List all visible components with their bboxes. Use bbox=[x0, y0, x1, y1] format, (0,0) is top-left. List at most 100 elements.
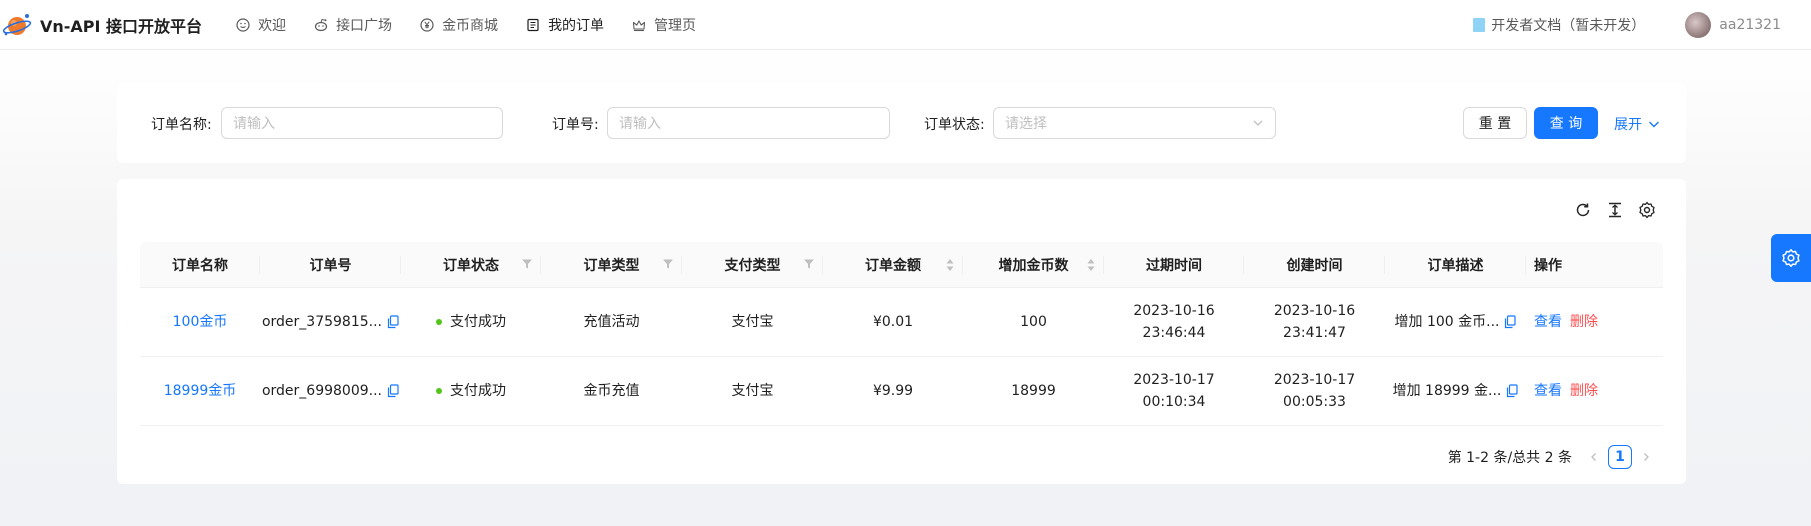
delete-link[interactable]: 删除 bbox=[1570, 311, 1598, 333]
expire-date: 2023-10-16 bbox=[1133, 303, 1215, 319]
query-button[interactable]: 查 询 bbox=[1534, 107, 1598, 139]
order-desc-text: 增加 100 金币... bbox=[1394, 314, 1500, 330]
nav-item-welcome[interactable]: 欢迎 bbox=[222, 0, 300, 50]
expire-date: 2023-10-17 bbox=[1133, 372, 1215, 388]
nav-label-admin: 管理页 bbox=[654, 17, 697, 34]
order-no-input[interactable]: 请输入 bbox=[607, 107, 890, 139]
expand-label: 展开 bbox=[1614, 117, 1642, 133]
order-no-placeholder: 请输入 bbox=[619, 116, 661, 132]
user-menu[interactable]: aa21321 bbox=[1685, 12, 1781, 38]
order-desc-text: 增加 18999 金... bbox=[1392, 383, 1502, 399]
order-name-link[interactable]: 18999金币 bbox=[164, 380, 237, 402]
cell-order-desc: 增加 100 金币... bbox=[1385, 288, 1526, 356]
brand[interactable]: Vn-API 接口开放平台 bbox=[2, 10, 202, 40]
table-row: 100金币 order_3759815... 支付成功 充值活动 支付宝 ¥0.… bbox=[140, 288, 1663, 357]
col-actions: 操作 bbox=[1534, 257, 1562, 274]
col-order-status: 订单状态 bbox=[401, 242, 541, 287]
copy-icon[interactable] bbox=[1504, 315, 1517, 329]
status-success-dot bbox=[436, 388, 442, 394]
order-table-card: 订单名称 订单号 订单状态 订单类型 支付类型 订单金额 增加金币数 过期时间 … bbox=[117, 179, 1686, 484]
order-status-placeholder: 请选择 bbox=[1005, 116, 1047, 132]
avatar bbox=[1685, 12, 1712, 38]
username: aa21321 bbox=[1719, 17, 1781, 33]
main-nav: 欢迎 接口广场 金币商城 我的订单 管理页 bbox=[222, 0, 710, 50]
reload-icon[interactable] bbox=[1574, 201, 1592, 219]
page-item-current[interactable]: 1 bbox=[1608, 445, 1632, 469]
setting-icon[interactable] bbox=[1638, 201, 1656, 219]
search-form-card: 订单名称: 请输入 订单号: 请输入 订单状态: 请选择 重 置 查 询 展开 bbox=[117, 83, 1686, 163]
cell-expire-time: 2023-10-16 23:46:44 bbox=[1104, 288, 1244, 356]
cell-pay-type: 支付宝 bbox=[731, 314, 774, 330]
reset-button[interactable]: 重 置 bbox=[1463, 107, 1527, 139]
yuan-circle-icon bbox=[420, 17, 434, 32]
smile-icon bbox=[236, 17, 250, 32]
cell-order-no: order_6998009... bbox=[260, 357, 401, 425]
expand-toggle[interactable]: 展开 bbox=[1614, 114, 1660, 134]
order-name-input[interactable]: 请输入 bbox=[221, 107, 503, 139]
filter-icon[interactable] bbox=[803, 258, 815, 270]
cell-create-time: 2023-10-17 00:05:33 bbox=[1244, 357, 1385, 425]
nav-label-welcome: 欢迎 bbox=[258, 17, 287, 34]
column-height-icon[interactable] bbox=[1606, 201, 1624, 219]
top-navbar: Vn-API 接口开放平台 欢迎 接口广场 金币商城 我的订单 管理页 开发者文… bbox=[0, 0, 1811, 50]
cell-added-coins: 18999 bbox=[1011, 383, 1056, 399]
order-no-text: order_3759815... bbox=[261, 314, 383, 330]
app-title: Vn-API 接口开放平台 bbox=[40, 16, 203, 36]
order-name-placeholder: 请输入 bbox=[233, 116, 275, 132]
col-create-time: 创建时间 bbox=[1244, 242, 1385, 287]
developer-docs-label: 开发者文档（暂未开发） bbox=[1491, 18, 1646, 34]
chevron-down-icon bbox=[1253, 120, 1263, 126]
header-right: 开发者文档（暂未开发） aa21321 bbox=[1473, 0, 1811, 50]
copy-icon[interactable] bbox=[1506, 384, 1518, 398]
expire-clock: 23:46:44 bbox=[1142, 325, 1206, 341]
nav-item-api-square[interactable]: 接口广场 bbox=[300, 0, 406, 50]
setting-drawer-button[interactable] bbox=[1771, 234, 1811, 282]
view-link[interactable]: 查看 bbox=[1534, 311, 1562, 333]
sort-icon[interactable] bbox=[1086, 257, 1096, 273]
next-page-icon[interactable] bbox=[1636, 452, 1656, 462]
delete-link[interactable]: 删除 bbox=[1570, 380, 1598, 402]
cell-order-amount: ¥0.01 bbox=[872, 314, 914, 330]
order-table: 订单名称 订单号 订单状态 订单类型 支付类型 订单金额 增加金币数 过期时间 … bbox=[140, 242, 1663, 426]
copy-icon[interactable] bbox=[387, 384, 399, 398]
pagination-summary: 第 1-2 条/总共 2 条 bbox=[1447, 450, 1572, 466]
developer-docs-link[interactable]: 开发者文档（暂未开发） bbox=[1473, 15, 1645, 35]
create-date: 2023-10-16 bbox=[1273, 303, 1356, 319]
order-status-label: 订单状态: bbox=[924, 117, 985, 133]
cell-create-time: 2023-10-16 23:41:47 bbox=[1244, 288, 1385, 356]
planet-logo-icon bbox=[2, 13, 32, 35]
cell-order-status: 支付成功 bbox=[401, 288, 541, 356]
nav-item-admin[interactable]: 管理页 bbox=[618, 0, 710, 50]
create-clock: 23:41:47 bbox=[1283, 325, 1346, 341]
status-text: 支付成功 bbox=[450, 383, 506, 399]
filter-icon[interactable] bbox=[662, 258, 674, 270]
copy-icon[interactable] bbox=[387, 315, 399, 329]
crown-icon bbox=[633, 19, 646, 31]
nav-item-my-orders[interactable]: 我的订单 bbox=[512, 0, 618, 50]
filter-icon[interactable] bbox=[521, 258, 533, 270]
order-name-link[interactable]: 100金币 bbox=[173, 311, 228, 333]
order-no-label: 订单号: bbox=[552, 117, 599, 133]
cell-expire-time: 2023-10-17 00:10:34 bbox=[1104, 357, 1244, 425]
col-added-coins: 增加金币数 bbox=[963, 242, 1104, 287]
cell-order-desc: 增加 18999 金... bbox=[1385, 357, 1526, 425]
col-expire-time: 过期时间 bbox=[1104, 242, 1244, 287]
setting-icon bbox=[1782, 249, 1800, 267]
table-header: 订单名称 订单号 订单状态 订单类型 支付类型 订单金额 增加金币数 过期时间 … bbox=[140, 242, 1663, 288]
cell-order-type: 充值活动 bbox=[583, 314, 640, 330]
cell-order-no: order_3759815... bbox=[260, 288, 401, 356]
create-date: 2023-10-17 bbox=[1273, 372, 1356, 388]
nav-item-coin-mall[interactable]: 金币商城 bbox=[406, 0, 512, 50]
order-list-icon bbox=[527, 18, 539, 31]
cell-order-name: 100金币 bbox=[140, 288, 260, 356]
sort-icon[interactable] bbox=[945, 257, 955, 273]
col-order-desc: 订单描述 bbox=[1385, 242, 1526, 287]
cell-pay-type: 支付宝 bbox=[731, 383, 774, 399]
view-link[interactable]: 查看 bbox=[1534, 380, 1562, 402]
table-toolbar bbox=[1560, 201, 1656, 219]
prev-page-icon[interactable] bbox=[1584, 452, 1604, 462]
order-status-select[interactable]: 请选择 bbox=[993, 107, 1276, 139]
col-order-status-label: 订单状态 bbox=[443, 257, 499, 274]
table-row: 18999金币 order_6998009... 支付成功 金币充值 支付宝 ¥… bbox=[140, 357, 1663, 426]
col-order-amount-label: 订单金额 bbox=[865, 257, 921, 274]
